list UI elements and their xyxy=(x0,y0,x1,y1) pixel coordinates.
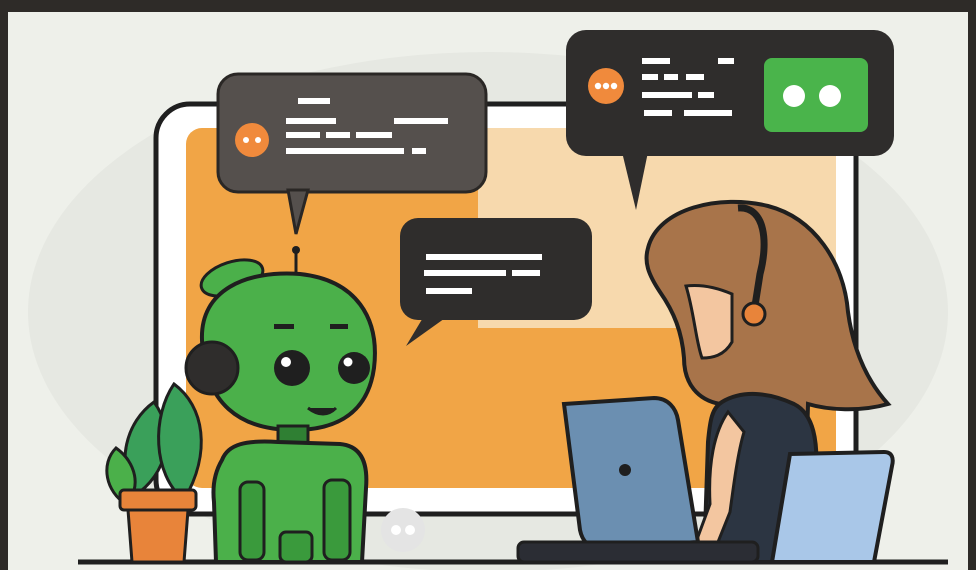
green-chat-panel xyxy=(764,58,868,132)
chair xyxy=(769,449,895,564)
monitor-button xyxy=(381,508,425,552)
image-frame xyxy=(0,0,976,570)
chatbot-illustration xyxy=(28,30,948,570)
illustration-canvas xyxy=(8,12,968,570)
typing-dots-icon xyxy=(235,123,269,157)
